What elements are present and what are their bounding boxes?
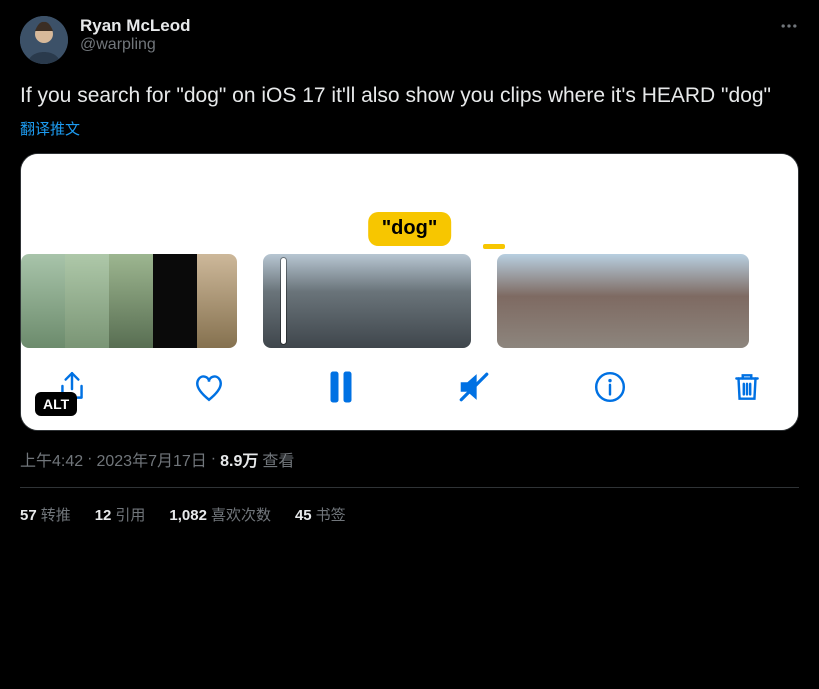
scrubber-handle[interactable] xyxy=(281,258,286,344)
tweet-date[interactable]: 2023年7月17日 xyxy=(96,447,206,471)
user-handle[interactable]: @warpling xyxy=(80,36,191,54)
tweet-meta: 上午4:42 · 2023年7月17日 · 8.9万 查看 xyxy=(20,447,799,471)
clip-frame xyxy=(197,254,237,348)
quotes-stat[interactable]: 12引用 xyxy=(95,504,146,525)
clip-frame xyxy=(21,254,65,348)
trash-icon[interactable] xyxy=(730,370,764,404)
display-name[interactable]: Ryan McLeod xyxy=(80,16,191,36)
retweets-stat[interactable]: 57转推 xyxy=(20,504,71,525)
user-block: Ryan McLeod @warpling xyxy=(80,16,191,54)
clip-frame xyxy=(153,254,197,348)
clip-frame xyxy=(419,254,471,348)
clip-group[interactable] xyxy=(21,254,237,348)
view-count: 8.9万 xyxy=(220,447,258,471)
clip-frame xyxy=(623,254,665,348)
clip-frame xyxy=(539,254,581,348)
clip-frame xyxy=(315,254,367,348)
avatar[interactable] xyxy=(20,16,68,64)
media-toolbar xyxy=(21,348,798,430)
translate-link[interactable]: 翻译推文 xyxy=(20,118,799,139)
clip-frame xyxy=(497,254,539,348)
mute-icon[interactable] xyxy=(457,370,491,404)
caption-pill: "dog" xyxy=(368,212,452,246)
tweet-text: If you search for "dog" on iOS 17 it'll … xyxy=(20,82,799,110)
tweet-container: Ryan McLeod @warpling If you search for … xyxy=(0,0,819,525)
clip-frame xyxy=(109,254,153,348)
playhead-marker xyxy=(483,244,505,249)
info-icon[interactable] xyxy=(593,370,627,404)
clip-frame xyxy=(707,254,749,348)
engagement-row: 57转推 12引用 1,082喜欢次数 45书签 xyxy=(20,488,799,525)
clip-frame xyxy=(65,254,109,348)
alt-badge[interactable]: ALT xyxy=(35,392,77,416)
likes-stat[interactable]: 1,082喜欢次数 xyxy=(169,504,271,525)
clip-group[interactable] xyxy=(263,254,471,348)
clip-group[interactable] xyxy=(497,254,749,348)
clip-frame xyxy=(581,254,623,348)
clip-frame xyxy=(665,254,707,348)
pause-icon[interactable] xyxy=(328,370,354,404)
media-top: "dog" xyxy=(21,154,798,254)
tweet-time[interactable]: 上午4:42 xyxy=(20,447,83,471)
bookmarks-stat[interactable]: 45书签 xyxy=(295,504,346,525)
video-timeline[interactable] xyxy=(21,254,798,348)
tweet-header: Ryan McLeod @warpling xyxy=(20,16,799,64)
view-label: 查看 xyxy=(262,447,294,471)
clip-frame xyxy=(367,254,419,348)
heart-icon[interactable] xyxy=(192,370,226,404)
media-card[interactable]: "dog" xyxy=(20,153,799,431)
clip-frame xyxy=(263,254,315,348)
more-icon[interactable] xyxy=(779,16,799,41)
